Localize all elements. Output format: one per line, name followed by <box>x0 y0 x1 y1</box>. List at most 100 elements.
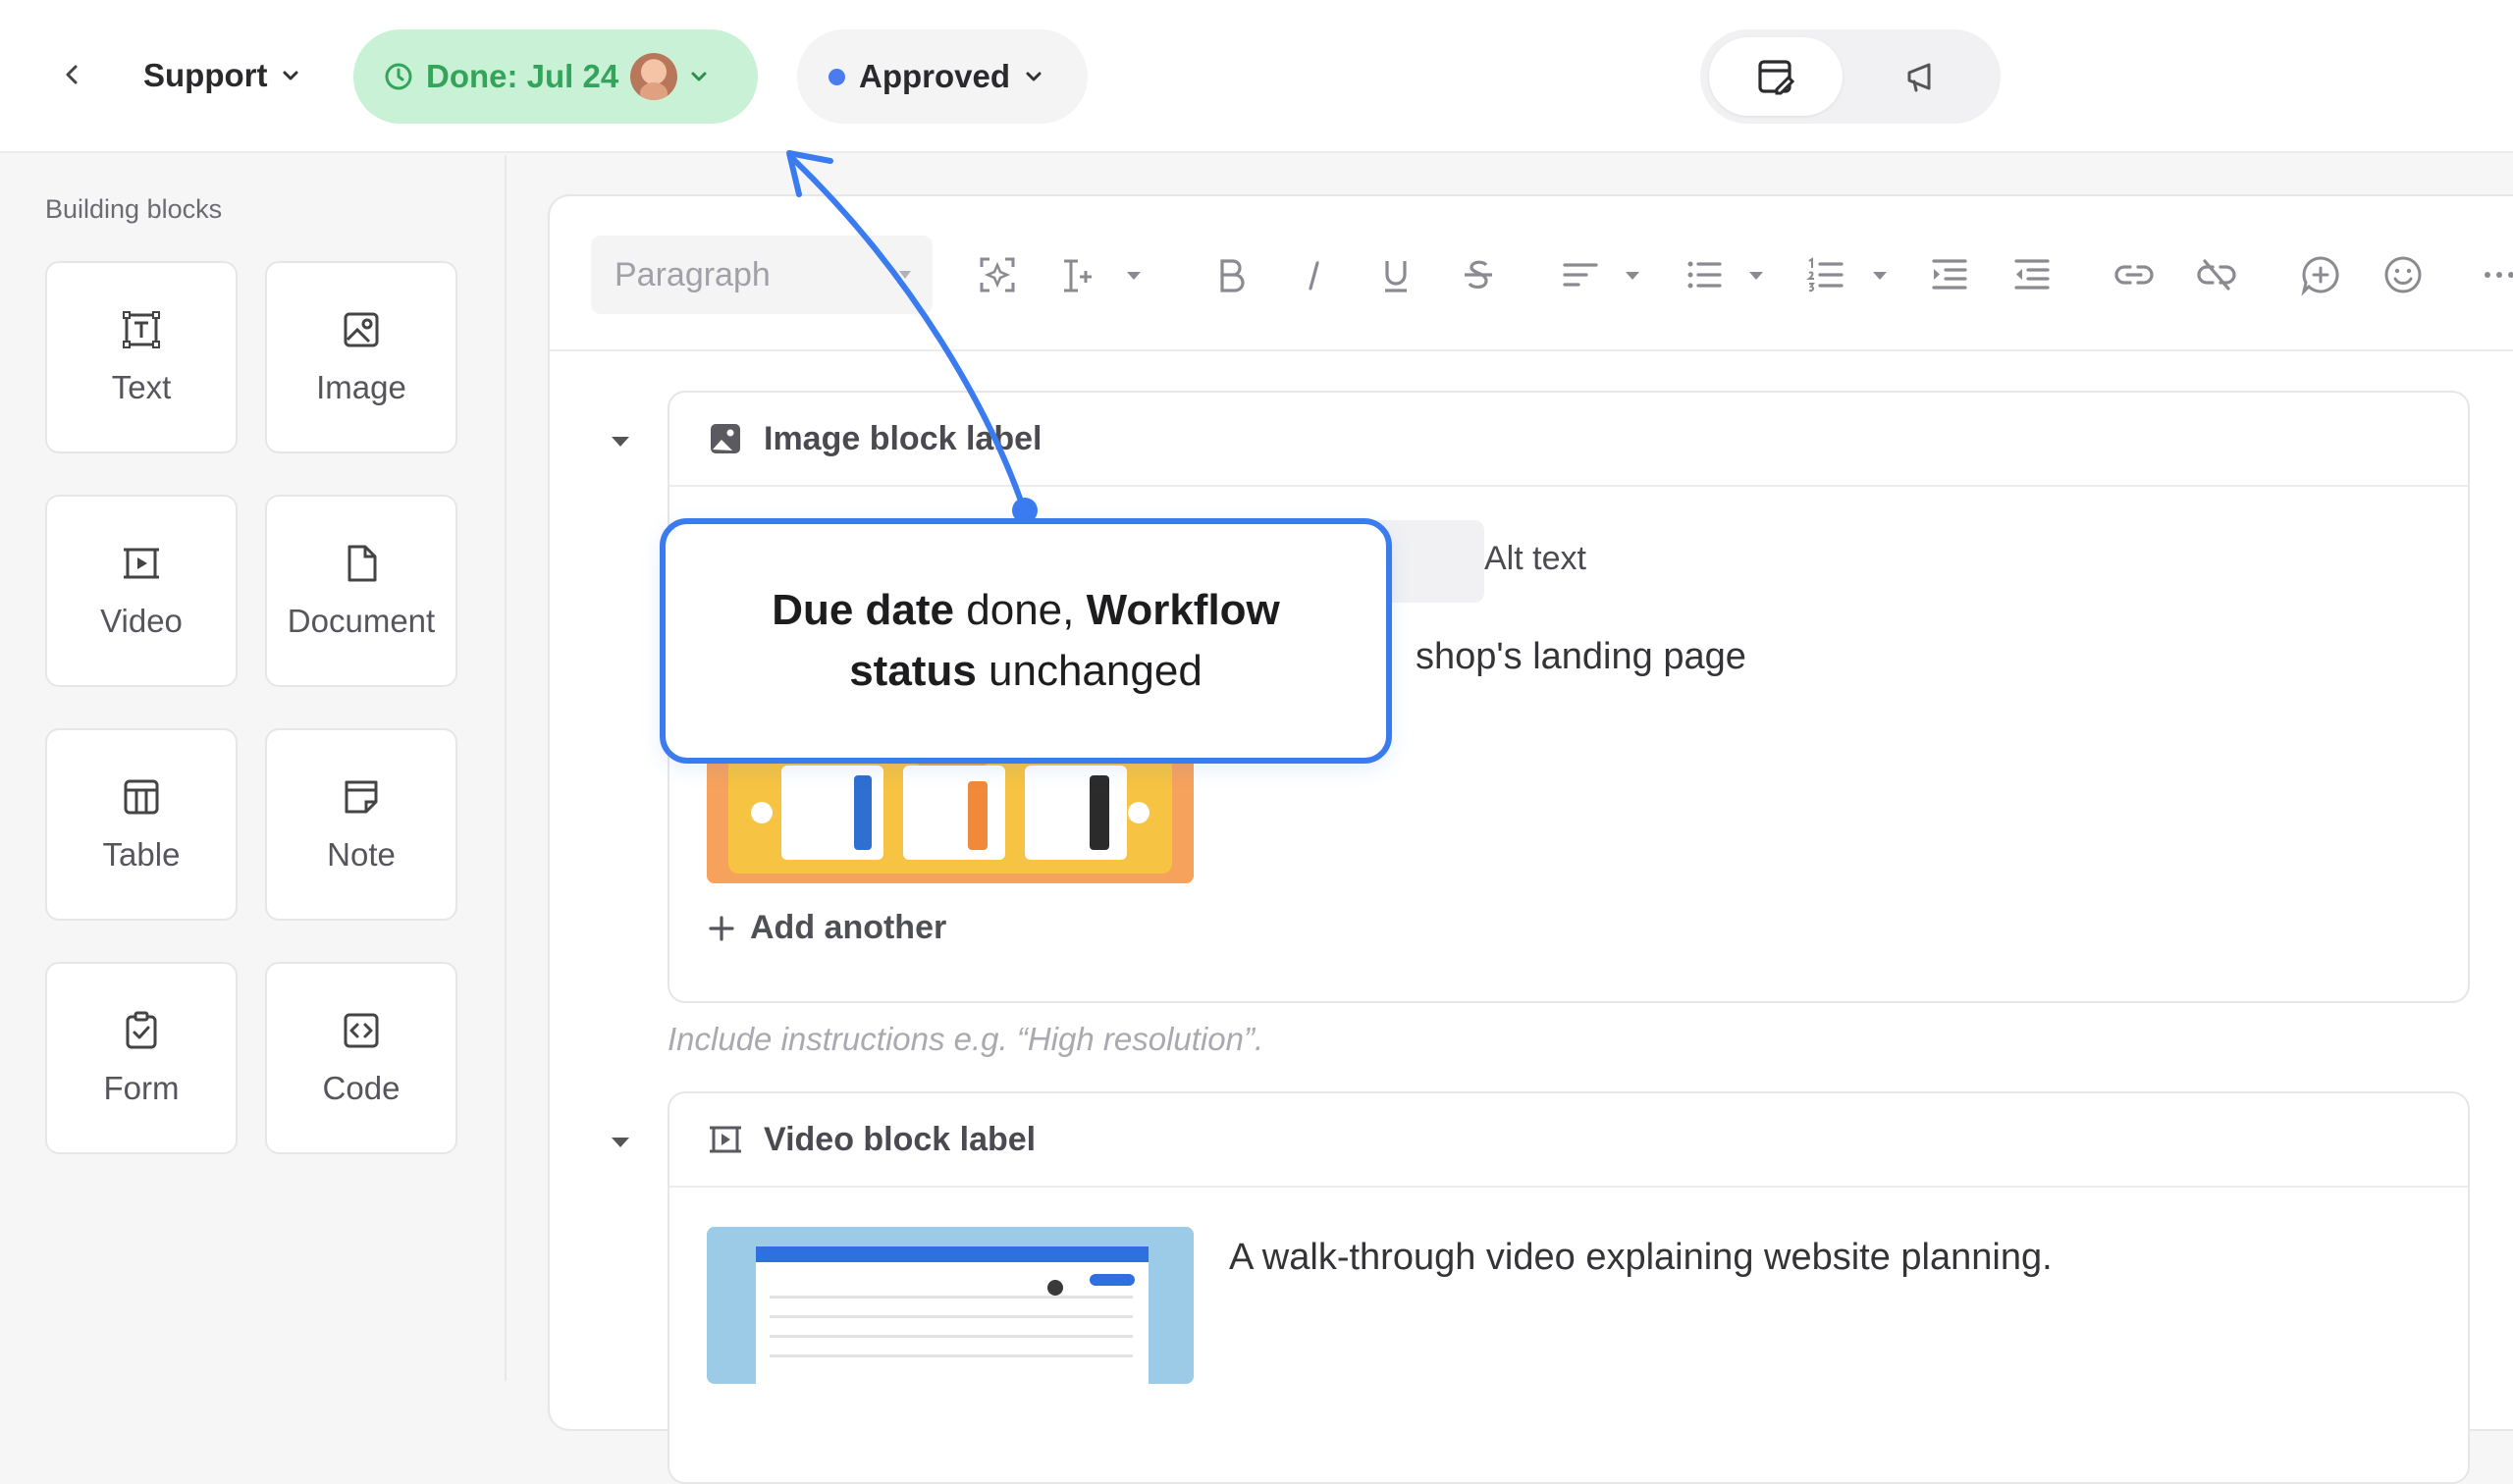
video-block: Video block label A walk-through video e… <box>668 1091 2470 1484</box>
add-comment-button[interactable] <box>2293 247 2348 302</box>
form-icon <box>126 1011 157 1049</box>
chevron-down-icon <box>691 72 707 81</box>
breadcrumb-support[interactable]: Support <box>143 51 300 100</box>
image-icon <box>711 424 740 453</box>
breadcrumb-label: Support <box>143 57 268 93</box>
formatting-toolbar: Paragraph <box>550 196 2513 351</box>
code-icon <box>344 1013 379 1048</box>
edit-note-icon <box>1758 60 1795 95</box>
block-code[interactable]: Code <box>265 962 457 1154</box>
avatar <box>630 53 678 100</box>
numbered-list-icon <box>1806 257 1844 292</box>
video-icon <box>710 1126 741 1153</box>
block-label: Video <box>100 603 183 639</box>
video-thumbnail[interactable] <box>707 1227 1194 1384</box>
block-label: Text <box>111 369 172 405</box>
editor-panel: Paragraph Image block label Alt text sho… <box>548 194 2513 1484</box>
callout-text: Due date done, Workflow status unchanged <box>705 580 1347 702</box>
callout-text-2: unchanged <box>976 647 1203 695</box>
block-label: Code <box>322 1070 401 1106</box>
plus-icon <box>709 915 734 941</box>
video-description: A walk-through video explaining website … <box>1229 1237 2053 1278</box>
block-label: Note <box>327 836 396 873</box>
collapse-caret-icon[interactable] <box>605 1127 636 1158</box>
more-button[interactable] <box>2472 247 2513 302</box>
link-icon <box>2114 265 2154 285</box>
bold-button[interactable] <box>1203 247 1258 302</box>
image-block-label: Image block label <box>764 419 1043 457</box>
callout-text-1: done, <box>954 586 1087 634</box>
back-button[interactable] <box>49 51 96 98</box>
underline-icon <box>1385 261 1407 292</box>
video-icon <box>124 548 159 579</box>
sparkle-frame-icon <box>980 257 1015 292</box>
due-date-label: Done: Jul 24 <box>426 58 619 94</box>
block-note[interactable]: Note <box>265 728 457 921</box>
block-label: Form <box>103 1070 180 1106</box>
due-date-pill[interactable]: Done: Jul 24 <box>353 29 758 124</box>
smiley-icon <box>2384 256 2422 293</box>
table-icon <box>124 779 159 815</box>
caret-down-icon[interactable] <box>1745 265 1767 287</box>
tab-alt-text[interactable]: Alt text <box>1484 540 1586 578</box>
caret-down-icon <box>899 271 911 279</box>
numbered-list-button[interactable] <box>1798 247 1853 302</box>
text-icon <box>123 311 160 348</box>
emoji-button[interactable] <box>2376 247 2431 302</box>
document-icon <box>348 545 377 582</box>
bold-icon <box>1220 259 1245 292</box>
block-image[interactable]: Image <box>265 261 457 453</box>
workflow-status-pill[interactable]: Approved <box>797 29 1088 124</box>
caret-down-icon[interactable] <box>1622 265 1643 287</box>
paragraph-style-select[interactable]: Paragraph <box>591 236 933 314</box>
block-form[interactable]: Form <box>45 962 238 1154</box>
text-cursor-icon <box>1064 259 1092 292</box>
edit-view-button[interactable] <box>1709 37 1843 116</box>
video-preview-image <box>707 1227 1194 1384</box>
more-icon <box>2485 272 2513 278</box>
block-video[interactable]: Video <box>45 495 238 687</box>
collapse-caret-icon[interactable] <box>605 426 636 457</box>
block-instructions-hint: Include instructions e.g. “High resoluti… <box>668 1021 1264 1057</box>
building-blocks-sidebar: Building blocks Text Image Video Documen… <box>0 155 507 1381</box>
add-another-label: Add another <box>750 909 947 946</box>
add-another-button[interactable]: Add another <box>707 909 946 947</box>
chevron-left-icon <box>66 65 78 84</box>
megaphone-icon <box>1907 63 1931 92</box>
bullet-list-button[interactable] <box>1677 247 1732 302</box>
status-label: Approved <box>859 58 1011 94</box>
note-icon <box>345 780 378 814</box>
view-toggle <box>1700 29 2001 124</box>
image-icon <box>344 312 379 347</box>
unlink-button[interactable] <box>2189 247 2244 302</box>
strikethrough-icon <box>1465 260 1492 289</box>
strikethrough-button[interactable] <box>1451 247 1506 302</box>
sidebar-title: Building blocks <box>45 194 223 224</box>
video-block-label: Video block label <box>764 1120 1037 1158</box>
add-comment-icon <box>2301 256 2339 296</box>
text-cursor-button[interactable] <box>1052 247 1107 302</box>
bullet-list-icon <box>1687 261 1722 289</box>
chevron-down-icon <box>283 71 298 80</box>
block-table[interactable]: Table <box>45 728 238 921</box>
outdent-icon <box>2014 259 2050 290</box>
underline-button[interactable] <box>1368 247 1423 302</box>
align-button[interactable] <box>1553 247 1608 302</box>
link-button[interactable] <box>2107 247 2162 302</box>
status-dot <box>829 68 845 85</box>
indent-button[interactable] <box>1922 247 1977 302</box>
block-text[interactable]: Text <box>45 261 238 453</box>
announce-view-button[interactable] <box>1856 37 1990 116</box>
paragraph-style-value: Paragraph <box>615 255 771 293</box>
italic-button[interactable] <box>1286 247 1341 302</box>
block-document[interactable]: Document <box>265 495 457 687</box>
outdent-button[interactable] <box>2005 247 2059 302</box>
caret-down-icon[interactable] <box>1123 265 1145 287</box>
video-block-header: Video block label <box>669 1093 2468 1188</box>
ai-tool-button[interactable] <box>970 247 1025 302</box>
align-left-icon <box>1563 263 1598 287</box>
block-label: Image <box>316 369 406 405</box>
annotation-callout: Due date done, Workflow status unchanged <box>660 518 1392 764</box>
caret-down-icon[interactable] <box>1869 265 1891 287</box>
chevron-down-icon <box>1026 72 1042 81</box>
